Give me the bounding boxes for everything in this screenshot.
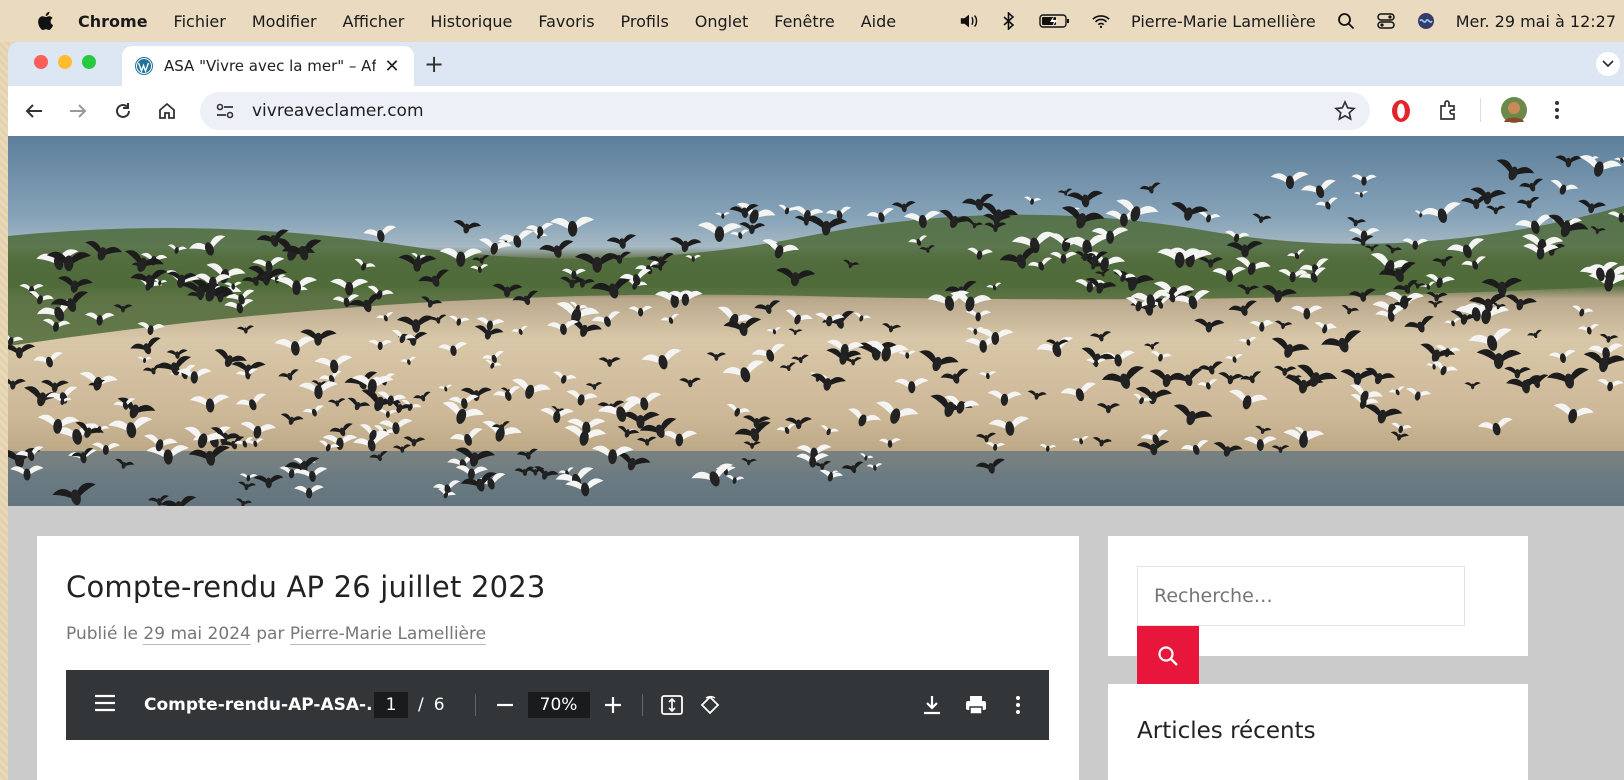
pdf-print-icon[interactable] xyxy=(963,692,989,718)
extensions-puzzle-icon[interactable] xyxy=(1438,99,1460,125)
pdf-toolbar-divider-2 xyxy=(641,694,643,716)
window-zoom-button[interactable] xyxy=(82,55,96,69)
menu-fichier[interactable]: Fichier xyxy=(174,12,226,31)
wordpress-icon xyxy=(135,57,153,75)
menu-afficher[interactable]: Afficher xyxy=(343,12,405,31)
menu-aide[interactable]: Aide xyxy=(861,12,896,31)
browser-window: ASA "Vivre avec la mer" – Afi ✕ + vivrea… xyxy=(8,42,1624,780)
pdf-page-input[interactable]: 1 xyxy=(374,692,408,718)
siri-icon[interactable] xyxy=(1416,11,1436,31)
article-meta: Publié le 29 mai 2024 par Pierre-Marie L… xyxy=(66,624,1050,645)
menu-historique[interactable]: Historique xyxy=(430,12,512,31)
tab-title: ASA "Vivre avec la mer" – Afi xyxy=(164,57,376,75)
bookmark-star-icon[interactable] xyxy=(1334,99,1356,127)
zoom-in-icon[interactable] xyxy=(600,692,626,718)
menu-app-chrome[interactable]: Chrome xyxy=(78,12,148,31)
pdf-zoom-input[interactable]: 70% xyxy=(527,692,590,718)
toolbar-divider xyxy=(1480,98,1481,122)
search-input[interactable] xyxy=(1137,566,1465,626)
battery-icon[interactable] xyxy=(1039,11,1071,31)
menubar-clock[interactable]: Mer. 29 mai à 12:27 xyxy=(1456,12,1616,31)
pdf-menu-icon[interactable] xyxy=(94,694,116,717)
forward-arrow-icon[interactable] xyxy=(62,95,94,127)
tab-strip: ASA "Vivre avec la mer" – Afi ✕ + xyxy=(8,42,1624,86)
pdf-viewer-toolbar: Compte-rendu-AP-ASA-... 1 / 6 70% xyxy=(66,670,1049,740)
pdf-more-options-icon[interactable] xyxy=(1005,692,1031,718)
sidebar-recent-posts-widget: Articles récents xyxy=(1108,684,1528,780)
menu-profils[interactable]: Profils xyxy=(621,12,669,31)
menubar-status-area: Pierre-Marie Lamellière Mer. 29 mai à 12… xyxy=(959,0,1624,42)
menu-onglet[interactable]: Onglet xyxy=(695,12,748,31)
tab-search-chevron-icon[interactable] xyxy=(1596,52,1620,76)
wifi-icon[interactable] xyxy=(1091,11,1111,31)
reload-icon[interactable] xyxy=(107,95,139,127)
spotlight-search-icon[interactable] xyxy=(1336,11,1356,31)
chrome-menu-icon[interactable] xyxy=(1554,99,1560,125)
menu-fenetre[interactable]: Fenêtre xyxy=(774,12,835,31)
article-date-link[interactable]: 29 mai 2024 xyxy=(143,624,251,645)
meta-by-label: par xyxy=(256,624,285,644)
address-bar[interactable]: vivreaveclamer.com xyxy=(200,92,1370,130)
apple-logo-icon[interactable] xyxy=(36,11,54,31)
back-arrow-icon[interactable] xyxy=(18,95,50,127)
search-icon xyxy=(1158,646,1178,666)
control-center-icon[interactable] xyxy=(1376,11,1396,31)
pdf-page-separator: / xyxy=(418,695,424,715)
window-close-button[interactable] xyxy=(34,55,48,69)
web-page: Compte-rendu AP 26 juillet 2023 Publié l… xyxy=(8,136,1624,780)
bluetooth-icon[interactable] xyxy=(999,11,1019,31)
flock-of-oystercatchers-photo xyxy=(8,155,1624,506)
profile-avatar[interactable] xyxy=(1500,96,1528,128)
home-icon[interactable] xyxy=(151,95,183,127)
browser-toolbar: vivreaveclamer.com xyxy=(8,86,1624,136)
browser-tab-active[interactable]: ASA "Vivre avec la mer" – Afi ✕ xyxy=(122,46,414,86)
meta-published-label: Publié le xyxy=(66,624,139,644)
sidebar-search-widget xyxy=(1108,536,1528,686)
pdf-filename: Compte-rendu-AP-ASA-... xyxy=(144,695,386,715)
header-banner-image xyxy=(8,136,1624,506)
tab-close-icon[interactable]: ✕ xyxy=(382,56,402,77)
article-card: Compte-rendu AP 26 juillet 2023 Publié l… xyxy=(37,536,1079,780)
menu-favoris[interactable]: Favoris xyxy=(538,12,594,31)
fit-to-page-icon[interactable] xyxy=(659,692,685,718)
volume-icon[interactable] xyxy=(959,11,979,31)
pdf-toolbar-divider xyxy=(474,694,476,716)
rotate-icon[interactable] xyxy=(697,692,723,718)
article-author-link[interactable]: Pierre-Marie Lamellière xyxy=(289,624,487,645)
site-settings-icon[interactable] xyxy=(214,100,236,122)
menubar-user-name[interactable]: Pierre-Marie Lamellière xyxy=(1131,12,1316,31)
zoom-out-icon[interactable] xyxy=(492,692,518,718)
search-button[interactable] xyxy=(1137,626,1199,686)
menu-modifier[interactable]: Modifier xyxy=(252,12,317,31)
url-text[interactable]: vivreaveclamer.com xyxy=(252,101,424,121)
macos-menubar: Chrome Fichier Modifier Afficher Histori… xyxy=(0,0,1624,42)
article-title[interactable]: Compte-rendu AP 26 juillet 2023 xyxy=(66,570,1050,604)
new-tab-icon[interactable]: + xyxy=(422,50,446,78)
recent-posts-heading: Articles récents xyxy=(1137,718,1316,744)
window-minimize-button[interactable] xyxy=(58,55,72,69)
pdf-total-pages: 6 xyxy=(433,695,445,715)
opera-extension-icon[interactable] xyxy=(1390,99,1412,127)
pdf-download-icon[interactable] xyxy=(919,692,945,718)
